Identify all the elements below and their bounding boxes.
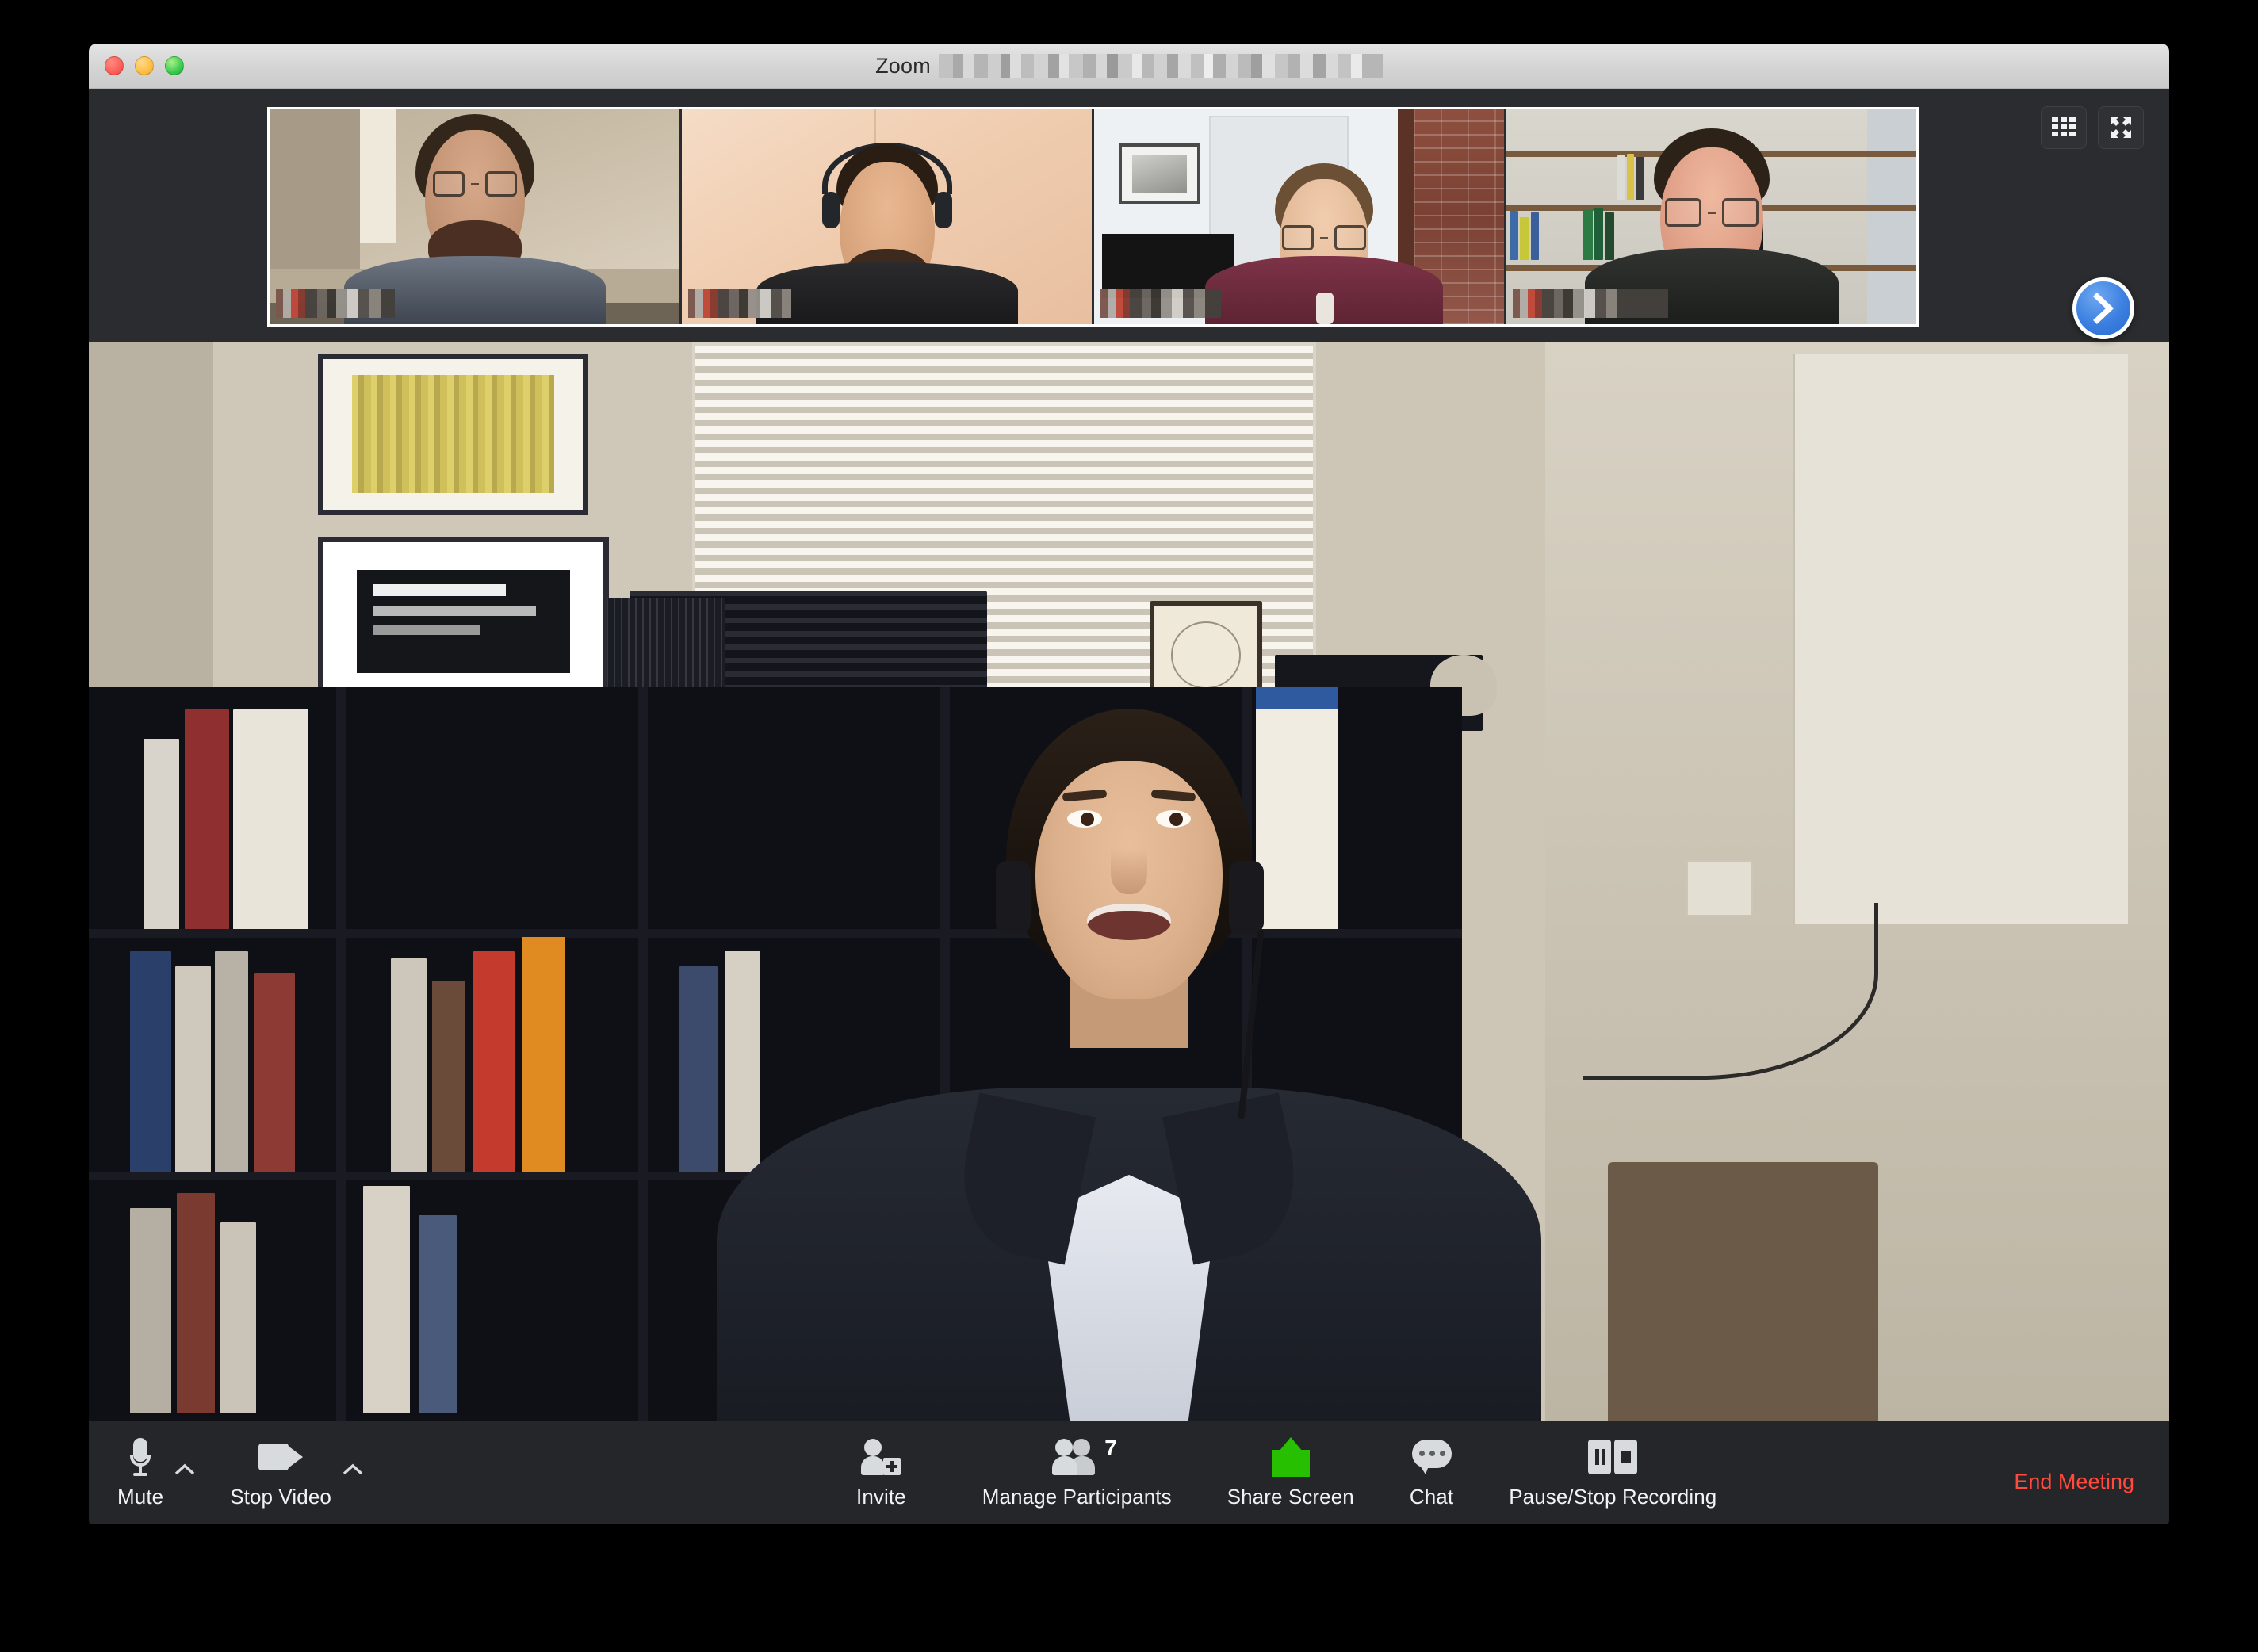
people-icon: 7: [1052, 1436, 1117, 1478]
filmstrip-thumbnail[interactable]: [270, 109, 682, 324]
meeting-toolbar: Mute Stop Video Invite 7 Manage Particip…: [89, 1421, 2169, 1524]
window-title-text: Zoom: [875, 53, 931, 78]
wall-art-top: [317, 353, 588, 515]
stop-video-button[interactable]: Stop Video: [230, 1421, 331, 1509]
invite-button[interactable]: Invite: [856, 1421, 906, 1509]
participant-name-badge: [1513, 289, 1668, 318]
filmstrip-thumbnail[interactable]: [1506, 109, 1916, 324]
filmstrip-region: [89, 89, 2169, 342]
toolbar-right-group: End Meeting: [2014, 1421, 2134, 1494]
stop-video-label: Stop Video: [230, 1485, 331, 1509]
desktop-background: Zoom Mute Stop Video Invite 7 Manage Par…: [0, 0, 2258, 1652]
window-title: Zoom: [875, 54, 1383, 78]
chevron-right-icon: [2093, 293, 2114, 324]
filmstrip-next-button[interactable]: [2072, 277, 2134, 339]
chat-bubble-icon: [1411, 1436, 1452, 1478]
speaker-person: [89, 709, 2169, 1421]
speaker-room-background: [89, 342, 2169, 1421]
microphone-icon: [130, 1436, 151, 1478]
filmstrip-thumbnail[interactable]: [1094, 109, 1506, 324]
minimize-button[interactable]: [135, 56, 154, 75]
gallery-view-icon: [2052, 117, 2076, 138]
end-meeting-button[interactable]: End Meeting: [2014, 1470, 2134, 1494]
meeting-body: Mute Stop Video Invite 7 Manage Particip…: [89, 89, 2169, 1524]
zoom-meeting-window: Zoom Mute Stop Video Invite 7 Manage Par…: [89, 44, 2169, 1524]
person-add-icon: [861, 1436, 901, 1478]
manage-participants-label: Manage Participants: [982, 1485, 1172, 1509]
share-screen-label: Share Screen: [1227, 1485, 1354, 1509]
share-screen-button[interactable]: Share Screen: [1227, 1421, 1354, 1509]
camera-icon: [258, 1436, 304, 1478]
fullscreen-button[interactable]: [2098, 106, 2144, 149]
filmstrip: [267, 107, 1919, 327]
window-title-redacted: [938, 54, 1383, 78]
filmstrip-thumbnail[interactable]: [682, 109, 1094, 324]
maximize-button[interactable]: [165, 56, 184, 75]
chat-button[interactable]: Chat: [1410, 1421, 1453, 1509]
invite-label: Invite: [856, 1485, 906, 1509]
gallery-view-button[interactable]: [2041, 106, 2087, 149]
pause-stop-icon: [1588, 1436, 1638, 1478]
view-controls: [2041, 106, 2144, 149]
close-button[interactable]: [105, 56, 124, 75]
video-options-chevron-up-icon[interactable]: [343, 1463, 363, 1475]
toolbar-left-group: Mute Stop Video: [117, 1421, 363, 1509]
share-screen-icon: [1271, 1436, 1310, 1478]
window-traffic-lights: [105, 56, 184, 75]
participant-name-badge: [276, 289, 395, 318]
window-titlebar: Zoom: [89, 44, 2169, 89]
participant-name-badge: [1100, 289, 1221, 318]
audio-options-chevron-up-icon[interactable]: [174, 1463, 195, 1475]
active-speaker-video[interactable]: [89, 342, 2169, 1421]
participant-name-badge: [688, 289, 791, 318]
participant-count-badge: 7: [1104, 1436, 1117, 1460]
toolbar-center-group: Invite 7 Manage Participants Share Scree…: [856, 1421, 1716, 1509]
mute-label: Mute: [117, 1485, 164, 1509]
pause-stop-recording-button[interactable]: Pause/Stop Recording: [1509, 1421, 1716, 1509]
mute-button[interactable]: Mute: [117, 1421, 163, 1509]
fullscreen-icon: [2111, 117, 2131, 138]
manage-participants-button[interactable]: 7 Manage Participants: [982, 1421, 1172, 1509]
chat-label: Chat: [1409, 1485, 1454, 1509]
pause-stop-recording-label: Pause/Stop Recording: [1509, 1485, 1717, 1509]
